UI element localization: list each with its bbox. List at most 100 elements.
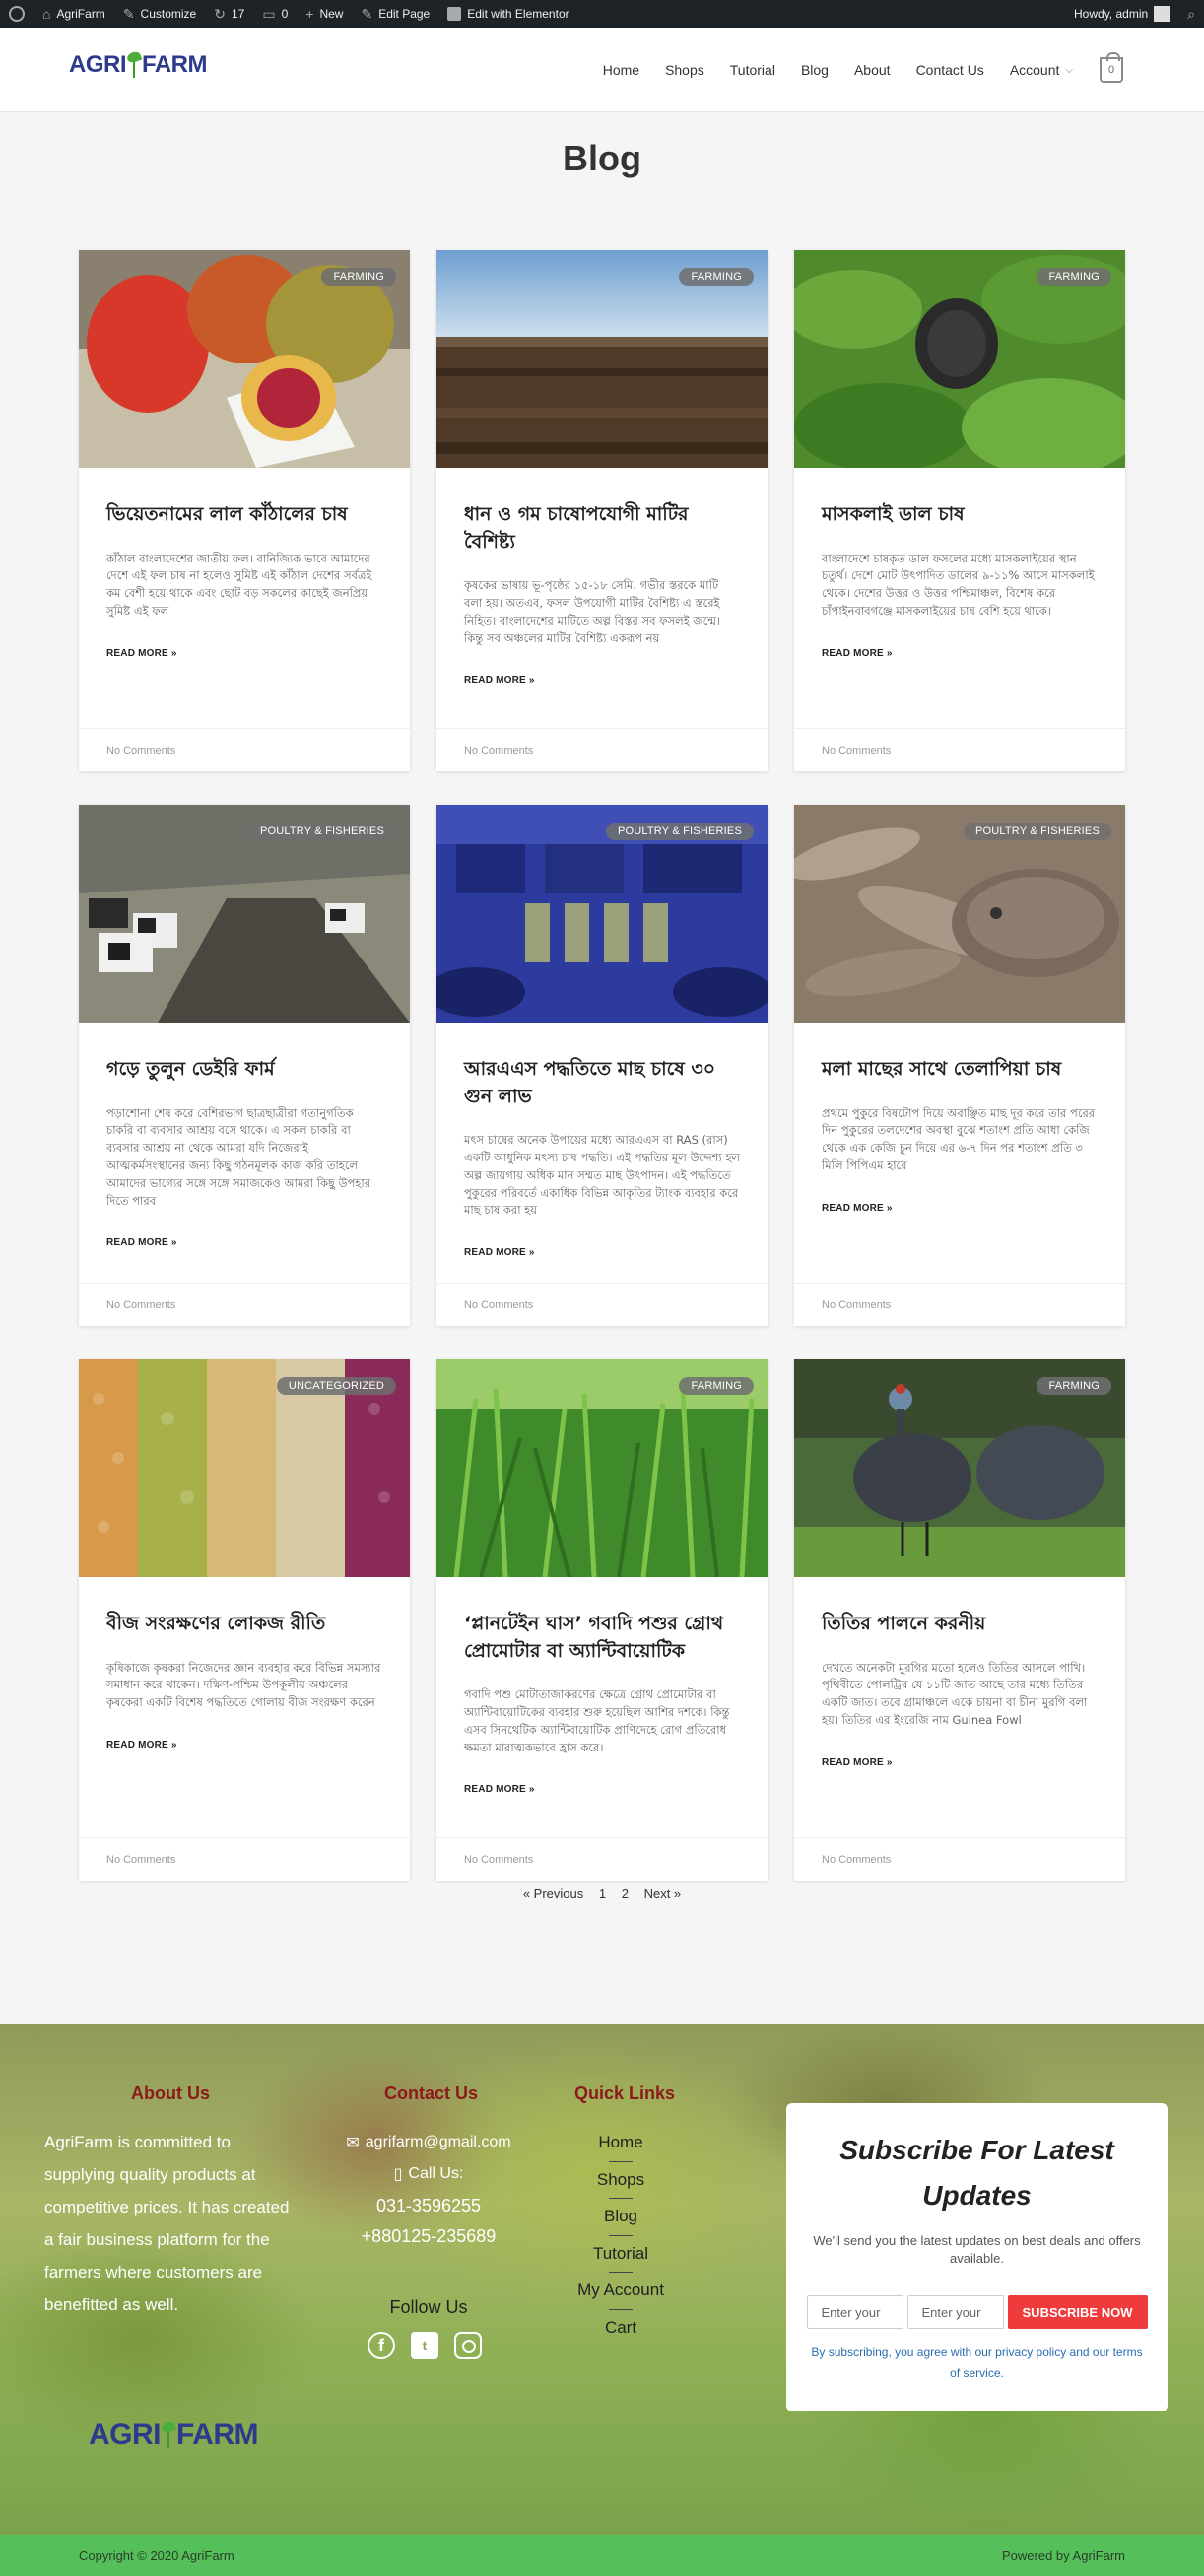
admin-new-link[interactable]: + New [297,0,352,28]
read-more-link[interactable]: READ MORE » [106,1740,177,1750]
post-image[interactable]: POULTRY & FISHERIES [794,805,1125,1023]
facebook-icon[interactable]: f [368,2332,395,2359]
instagram-icon[interactable] [454,2332,482,2359]
quick-link-shops[interactable]: Shops [569,2170,672,2208]
admin-comments-link[interactable]: ▭ 0 [253,0,297,28]
nav-tutorial[interactable]: Tutorial [717,62,788,78]
nav-contact-us[interactable]: Contact Us [903,62,997,78]
subscribe-button[interactable]: SUBSCRIBE NOW [1007,2295,1148,2329]
read-more-link[interactable]: READ MORE » [822,648,893,659]
admin-elementor-link[interactable]: Edit with Elementor [438,0,577,28]
post-title[interactable]: আরএএস পদ্ধতিতে মাছ চাষে ৩০ গুন লাভ [464,1056,740,1110]
read-more-link[interactable]: READ MORE » [822,1203,893,1214]
read-more-link[interactable]: READ MORE » [464,675,535,686]
quick-link-home[interactable]: Home [569,2133,672,2170]
nav-blog[interactable]: Blog [788,62,841,78]
quick-link-blog[interactable]: Blog [569,2207,672,2244]
subscribe-terms-link[interactable]: By subscribing, you agree with our priva… [786,2343,1168,2384]
home-icon: ⌂ [42,6,51,22]
about-text: AgriFarm is committed to supplying quali… [44,2133,290,2314]
admin-bar: ⌂ AgriFarm ✎ Customize ↻ 17 ▭ 0 + New ✎ Edit P… [0,0,1204,28]
quick-link-tutorial[interactable]: Tutorial [569,2244,672,2281]
subscribe-form: Enter your Enter your SUBSCRIBE NOW [786,2295,1168,2329]
phone-number-1[interactable]: 031-3596255 [335,2196,522,2216]
admin-updates-link[interactable]: ↻ 17 [205,0,253,28]
post-image[interactable]: UNCATEGORIZED [79,1359,410,1577]
category-badge[interactable]: FARMING [1037,268,1111,286]
post-image[interactable]: FARMING [79,250,410,468]
site-logo[interactable]: AGRI FARM [69,51,208,79]
category-badge[interactable]: FARMING [321,268,396,286]
copyright-bar: Copyright © 2020 AgriFarm Powered by Agr… [0,2535,1204,2576]
post-meta: No Comments [436,1837,768,1881]
comment-icon: ▭ [262,6,276,22]
post-title[interactable]: তিতির পালনে করনীয় [822,1611,1098,1638]
post-title[interactable]: ‘প্লানটেইন ঘাস’ গবাদি পশুর গ্রোথ প্রোমোট… [464,1611,740,1665]
subscribe-name-input[interactable]: Enter your [806,2295,903,2329]
pagination-page-1[interactable]: 1 [599,1886,606,1901]
leaf-icon [162,2422,175,2448]
post-image[interactable]: POULTRY & FISHERIES [436,805,768,1023]
post-image[interactable]: FARMING [436,1359,768,1577]
nav-about[interactable]: About [841,62,903,78]
social-links: f t [368,2332,482,2359]
nav-home[interactable]: Home [590,62,652,78]
read-more-link[interactable]: READ MORE » [464,1784,535,1795]
subscribe-email-input[interactable]: Enter your [906,2295,1004,2329]
post-image[interactable]: POULTRY & FISHERIES [79,805,410,1023]
post-card: POULTRY & FISHERIES গড়ে তুলুন ডেইরি ফার… [79,805,410,1326]
phone-number-2[interactable]: +880125-235689 [335,2226,522,2247]
main-nav: Home Shops Tutorial Blog About Contact U… [590,28,1123,112]
quick-link-cart[interactable]: Cart [569,2318,672,2355]
post-card: POULTRY & FISHERIES আরএএস পদ্ধতিতে মাছ চ… [436,805,768,1326]
wordpress-logo-icon[interactable] [0,0,33,28]
twitter-icon[interactable]: t [411,2332,438,2359]
read-more-link[interactable]: READ MORE » [106,1237,177,1248]
pagination-previous[interactable]: « Previous [523,1886,583,1901]
admin-customize-link[interactable]: ✎ Customize [114,0,205,28]
post-title[interactable]: ভিয়েতনামের লাল কাঁঠালের চাষ [106,501,382,529]
cart-button[interactable]: 0 [1100,52,1123,83]
category-badge[interactable]: FARMING [679,1377,754,1395]
brush-icon: ✎ [122,6,135,22]
read-more-link[interactable]: READ MORE » [106,648,177,659]
post-image[interactable]: FARMING [794,250,1125,468]
quick-link-my-account[interactable]: My Account [569,2280,672,2318]
admin-site-link[interactable]: ⌂ AgriFarm [33,0,114,28]
pagination-next[interactable]: Next » [644,1886,682,1901]
site-header: AGRI FARM Home Shops Tutorial Blog About… [0,28,1204,112]
nav-account[interactable]: Account ⌵ [997,62,1086,78]
nav-shops[interactable]: Shops [652,62,717,78]
email-line[interactable]: ✉ agrifarm@gmail.com [335,2133,522,2152]
post-image[interactable]: FARMING [436,250,768,468]
category-badge[interactable]: POULTRY & FISHERIES [605,823,754,840]
chevron-down-icon: ⌵ [1065,64,1073,76]
category-badge[interactable]: FARMING [1037,1377,1111,1395]
plus-icon: + [305,6,314,22]
post-title[interactable]: গড়ে তুলুন ডেইরি ফার্ম [106,1056,382,1084]
post-meta: No Comments [794,728,1125,771]
subscribe-title: Subscribe For Latest Updates [839,2135,1114,2211]
category-badge[interactable]: UNCATEGORIZED [276,1377,396,1395]
read-more-link[interactable]: READ MORE » [464,1247,535,1258]
category-badge[interactable]: POULTRY & FISHERIES [963,823,1111,840]
admin-search-icon[interactable]: ⌕ [1178,0,1204,28]
read-more-link[interactable]: READ MORE » [822,1757,893,1768]
footer-logo[interactable]: AGRI FARM [89,2418,259,2452]
category-badge[interactable]: FARMING [679,268,754,286]
post-meta: No Comments [79,1283,410,1326]
pagination-page-2[interactable]: 2 [622,1886,629,1901]
category-badge[interactable]: POULTRY & FISHERIES [247,823,396,840]
post-title[interactable]: ধান ও গম চাষোপযোগী মাটির বৈশিষ্ট্য [464,501,740,556]
contact-heading: Contact Us [384,2083,479,2103]
copyright-text: Copyright © 2020 AgriFarm [79,2547,234,2563]
post-title[interactable]: মাসকলাই ডাল চাষ [822,501,1098,529]
admin-edit-page-link[interactable]: ✎ Edit Page [352,0,438,28]
post-card: FARMING মাসকলাই ডাল চাষ বাংলাদেশে চাষকৃত… [794,250,1125,771]
post-image[interactable]: FARMING [794,1359,1125,1577]
post-title[interactable]: মলা মাছের সাথে তেলাপিয়া চাষ [822,1056,1098,1084]
leaf-icon [127,52,141,78]
post-title[interactable]: বীজ সংরক্ষণের লোকজ রীতি [106,1611,382,1638]
admin-account-menu[interactable]: Howdy, admin [1065,0,1178,28]
post-excerpt: প্রথমে পুকুরে বিষটোপ দিয়ে অবাঞ্ছিত মাছ … [822,1105,1096,1172]
